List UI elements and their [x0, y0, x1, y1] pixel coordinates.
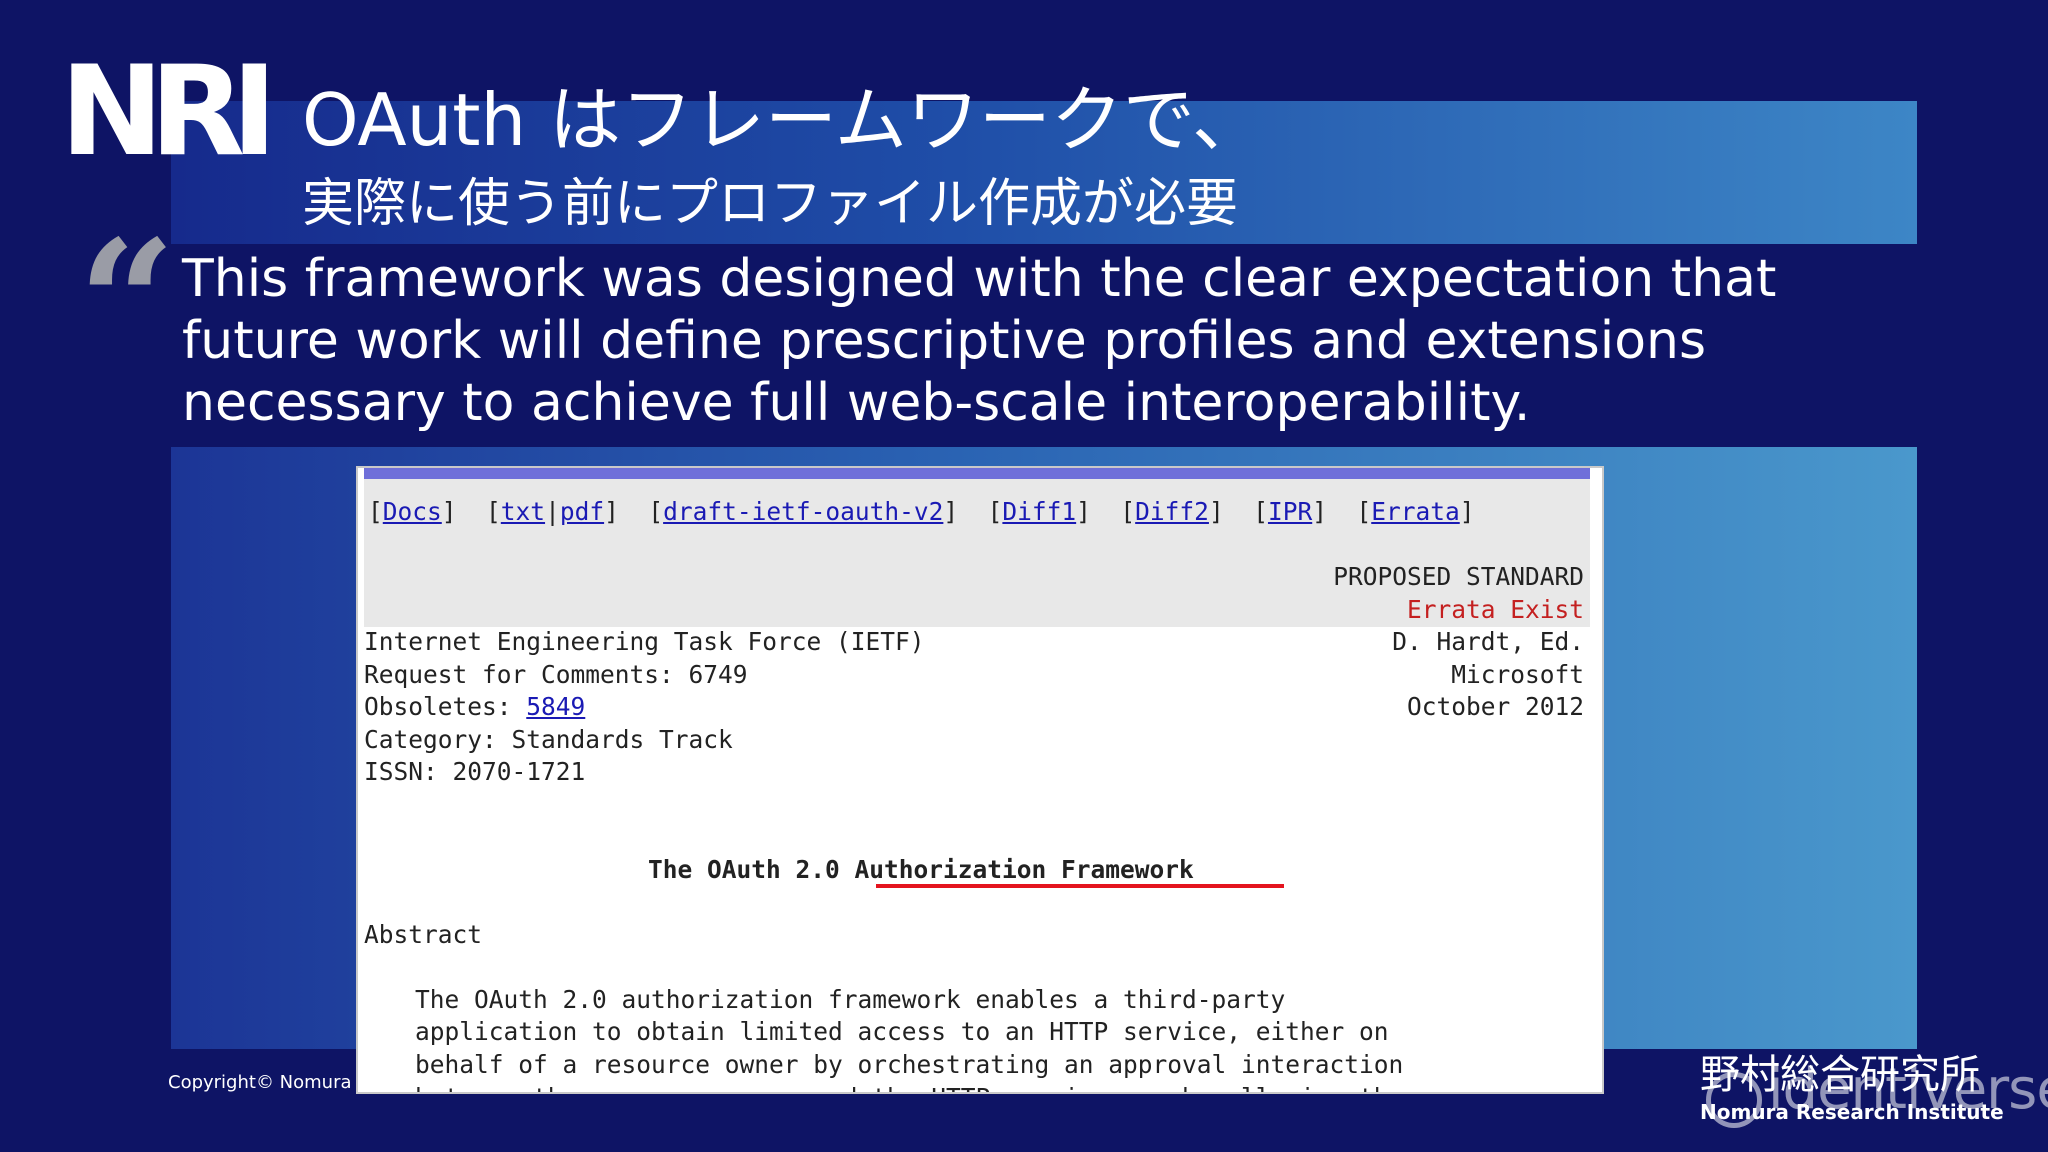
- highlight-underline: [876, 884, 1284, 888]
- brand-name-en: Nomura Research Institute: [1700, 1100, 2004, 1124]
- rfc-document-screenshot: [Docs] [txt|pdf] [draft-ietf-oauth-v2] […: [356, 466, 1604, 1094]
- draft-link[interactable]: draft-ietf-oauth-v2: [663, 497, 943, 526]
- status-label: PROPOSED STANDARD: [1333, 562, 1584, 591]
- abstract-heading: Abstract: [364, 920, 483, 949]
- nri-logo: NRI: [60, 40, 277, 184]
- diff1-link[interactable]: Diff1: [1002, 497, 1076, 526]
- quote-text: This framework was designed with the cle…: [182, 249, 1777, 433]
- doc-title: The OAuth 2.0 Authorization Framework: [648, 855, 1194, 884]
- meta-issn: ISSN: 2070-1721: [364, 757, 586, 786]
- errata-exist-label[interactable]: Errata Exist: [1407, 597, 1584, 623]
- rfc5849-link[interactable]: 5849: [526, 692, 585, 721]
- abstract-line: application to obtain limited access to …: [415, 1017, 1389, 1046]
- meta-company: Microsoft: [1451, 660, 1584, 689]
- meta-obsoletes: Obsoletes: 5849: [364, 692, 585, 721]
- copyright-text: Copyright© Nomura: [168, 1072, 352, 1093]
- errata-link[interactable]: Errata: [1371, 497, 1460, 526]
- slide-title-line1: OAuth はフレームワークで、: [302, 78, 1265, 162]
- obsoletes-label: Obsoletes:: [364, 692, 527, 721]
- meta-author: D. Hardt, Ed.: [1392, 627, 1584, 656]
- abstract-line: The OAuth 2.0 authorization framework en…: [415, 985, 1286, 1014]
- quote-icon: “: [78, 203, 176, 403]
- meta-category: Category: Standards Track: [364, 725, 733, 754]
- brand-name-jp: 野村総合研究所: [1700, 1052, 1980, 1098]
- diff2-link[interactable]: Diff2: [1135, 497, 1209, 526]
- pdf-link[interactable]: pdf: [560, 497, 604, 526]
- txt-link[interactable]: txt: [501, 497, 545, 526]
- doc-nav-links: [Docs] [txt|pdf] [draft-ietf-oauth-v2] […: [368, 497, 1475, 526]
- meta-org: Internet Engineering Task Force (IETF): [364, 627, 925, 656]
- meta-date: October 2012: [1406, 692, 1584, 721]
- slide-title-line2: 実際に使う前にプロファイル作成が必要: [302, 174, 1239, 234]
- meta-rfc: Request for Comments: 6749: [364, 660, 748, 689]
- ipr-link[interactable]: IPR: [1268, 497, 1312, 526]
- docs-link[interactable]: Docs: [383, 497, 442, 526]
- abstract-line: between the resource owner and the HTTP …: [415, 1085, 1403, 1092]
- abstract-line: behalf of a resource owner by orchestrat…: [415, 1050, 1404, 1079]
- doc-top-bar: [364, 468, 1590, 479]
